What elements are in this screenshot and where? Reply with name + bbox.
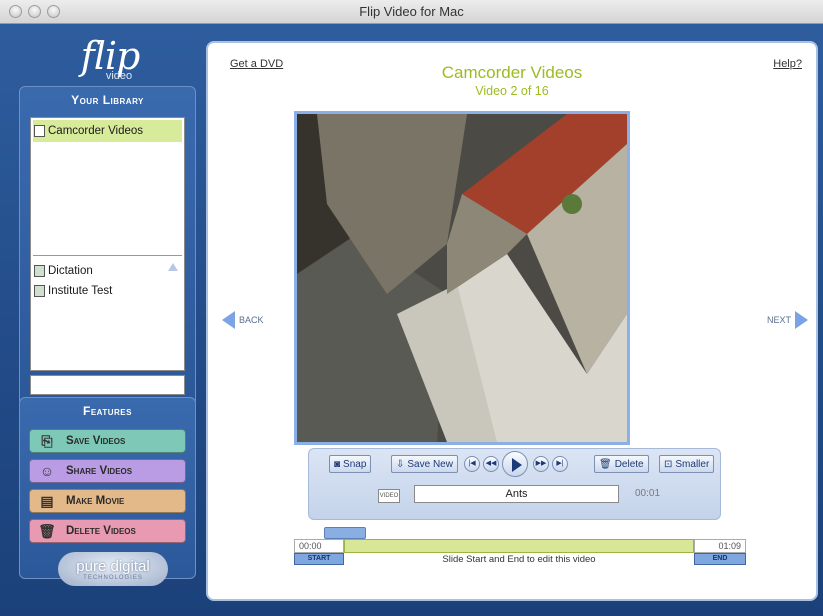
end-label: END [712, 555, 728, 562]
library-item-institute-test[interactable]: Institute Test [34, 282, 112, 300]
album-icon [34, 265, 45, 277]
scroll-up-icon[interactable] [168, 263, 178, 271]
library-item-dictation[interactable]: Dictation [34, 262, 93, 280]
start-time: 00:00 [294, 539, 344, 553]
trash-icon: 🗑 [38, 522, 56, 539]
delete-button[interactable]: 🗑 Delete [594, 455, 649, 473]
smaller-button[interactable]: ⊡ Smaller [659, 455, 715, 473]
end-trim-handle[interactable]: END [694, 553, 746, 565]
main-panel: Get a DVD Help? Camcorder Videos Video 2… [206, 41, 818, 601]
trim-timeline: 00:00 01:09 START Slide Start and End to… [294, 527, 749, 571]
start-trim-handle[interactable]: START [294, 553, 344, 565]
snap-label: Snap [343, 458, 367, 470]
step-back-button[interactable]: ◀◀ [483, 456, 499, 472]
movie-icon: ▤ [40, 492, 54, 509]
smaller-label: Smaller [675, 458, 710, 470]
library-list: Camcorder Videos Dictation Institute Tes… [30, 117, 185, 438]
video-frame-image [297, 114, 627, 442]
end-time: 01:09 [694, 539, 746, 553]
playback-controls: ◙ Snap ⇩ Save New |◀ ◀◀ ▶▶ ▶| 🗑 Delete ⊡… [308, 448, 721, 520]
camera-icon: ◙ [334, 458, 341, 470]
save-videos-label: Save Videos [66, 435, 126, 447]
back-button[interactable]: BACK [222, 311, 264, 329]
save-new-icon: ⇩ [396, 458, 405, 470]
play-button[interactable] [502, 451, 528, 477]
start-label: START [307, 555, 331, 562]
save-videos-button[interactable]: ⎘ Save Videos [29, 429, 186, 453]
save-new-button[interactable]: ⇩ Save New [391, 455, 458, 473]
camcorder-icon [34, 125, 45, 137]
share-icon: ☺ [39, 463, 55, 479]
library-item-label: Institute Test [48, 285, 113, 297]
video-tag-icon: VIDEO [378, 489, 400, 503]
current-time: 00:01 [635, 488, 661, 499]
timeline-track[interactable] [344, 539, 694, 553]
share-videos-label: Share Videos [66, 465, 133, 477]
back-label: BACK [239, 315, 264, 325]
next-button[interactable]: NEXT [767, 311, 808, 329]
snap-button[interactable]: ◙ Snap [329, 455, 372, 473]
company-tagline: TECHNOLOGIES [83, 575, 143, 581]
library-footer [30, 375, 185, 395]
delete-label: Delete [614, 458, 644, 470]
library-divider [33, 255, 182, 256]
library-heading: Your Library [71, 93, 144, 107]
video-title-field[interactable]: Ants [414, 485, 619, 503]
back-arrow-icon [222, 311, 235, 329]
title-bar: Flip Video for Mac [0, 0, 823, 24]
smaller-icon: ⊡ [664, 458, 673, 470]
edit-hint: Slide Start and End to edit this video [442, 554, 596, 565]
playhead-handle[interactable] [324, 527, 366, 539]
next-label: NEXT [766, 315, 791, 325]
video-player[interactable] [294, 111, 630, 445]
make-movie-label: Make Movie [66, 495, 125, 507]
step-forward-button[interactable]: ▶▶ [533, 456, 549, 472]
pure-digital-logo: pure digital TECHNOLOGIES [58, 552, 168, 586]
trash-icon: 🗑 [599, 458, 612, 470]
save-icon: ⎘ [41, 432, 53, 449]
skip-start-button[interactable]: |◀ [464, 456, 480, 472]
album-icon [34, 285, 45, 297]
library-item-label: Camcorder Videos [48, 125, 144, 137]
next-arrow-icon [795, 311, 808, 329]
skip-end-button[interactable]: ▶| [552, 456, 568, 472]
save-new-label: Save New [407, 458, 453, 470]
delete-videos-label: Delete Videos [66, 525, 136, 537]
company-name: pure digital [76, 558, 150, 575]
page-subtitle: Video 2 of 16 [475, 84, 549, 98]
library-item-camcorder-videos-row[interactable]: Camcorder Videos [34, 122, 143, 140]
library-item-label: Dictation [48, 265, 93, 277]
app-area: flip video Your Library Camcorder Videos… [0, 24, 823, 616]
page-title: Camcorder Videos [441, 63, 583, 82]
library-panel: Your Library Camcorder Videos Dictation … [19, 86, 196, 438]
delete-videos-button[interactable]: 🗑 Delete Videos [29, 519, 186, 543]
features-heading: Features [83, 404, 132, 418]
share-videos-button[interactable]: ☺ Share Videos [29, 459, 186, 483]
make-movie-button[interactable]: ▤ Make Movie [29, 489, 186, 513]
window-title: Flip Video for Mac [359, 4, 464, 19]
